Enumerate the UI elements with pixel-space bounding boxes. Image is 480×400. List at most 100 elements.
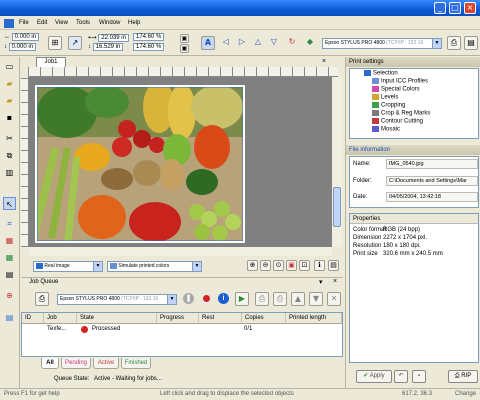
lock-icon[interactable]: ▣	[180, 34, 189, 43]
view-mode-select[interactable]: Real image ▼	[33, 261, 103, 272]
minimize-button[interactable]: _	[434, 2, 446, 14]
doc-close-icon[interactable]: ×	[322, 58, 326, 65]
menu-view[interactable]: View	[55, 20, 68, 26]
layout-icon[interactable]: ▤	[3, 268, 16, 281]
col-rest[interactable]: Rest	[199, 313, 242, 324]
zoom-out-icon[interactable]: ⊖	[260, 260, 271, 271]
vegetables-image[interactable]	[37, 87, 243, 241]
color-icon[interactable]: ◆	[303, 36, 317, 50]
crop-icon[interactable]: ⌗	[3, 217, 16, 230]
tree-item-levels[interactable]: Levels	[372, 94, 398, 101]
pin-icon[interactable]: ▾	[319, 278, 323, 286]
horizontal-scrollbar[interactable]	[29, 247, 332, 256]
vertical-scrollbar[interactable]	[332, 77, 342, 247]
scale-width-field[interactable]: 174.60 %	[133, 33, 165, 41]
col-job[interactable]: Job	[44, 313, 77, 324]
scale-height-field[interactable]: 174.60 %	[133, 43, 165, 51]
info-icon[interactable]: i	[218, 293, 229, 304]
align-bottom-icon[interactable]: ▽	[267, 36, 281, 50]
height-field[interactable]: ↕ 16.529 in	[88, 43, 124, 51]
tree-item-selection[interactable]: Selection	[364, 70, 398, 77]
zoom-page-icon[interactable]: ▣	[286, 260, 297, 271]
tree-item-mosaic[interactable]: Mosaic	[372, 126, 400, 133]
delete-job-icon[interactable]: ✕	[327, 292, 341, 306]
anchor-icon[interactable]: ⊞	[48, 36, 62, 50]
scroll-thumb[interactable]	[333, 187, 341, 227]
cut-icon[interactable]: ✂	[3, 132, 16, 145]
tree-item-cropping[interactable]: Cropping	[372, 102, 405, 109]
tab-finished[interactable]: Finished	[121, 358, 151, 369]
move-down-icon[interactable]: ▼	[309, 292, 323, 306]
rip-button[interactable]: ⎙ RIP	[448, 370, 478, 383]
apply-button[interactable]: ✔ Apply	[356, 370, 392, 383]
tree-item-crop-marks[interactable]: Crop & Reg Marks	[372, 110, 430, 117]
paste-icon[interactable]: ▥	[3, 166, 16, 179]
printer-icon[interactable]: ⎙	[447, 36, 461, 50]
simulate-select[interactable]: Simulate printed colors ▼	[107, 261, 202, 272]
stop-icon[interactable]	[201, 293, 212, 304]
col-progress[interactable]: Progress	[157, 313, 199, 324]
ruler-icon[interactable]: ▤	[328, 260, 339, 271]
x-position-field[interactable]: ↔ 0.000 in	[4, 33, 40, 41]
marks-icon[interactable]: ⊕	[3, 289, 16, 302]
zoom-fit-icon[interactable]: ⊙	[273, 260, 284, 271]
name-label: Name:	[353, 161, 371, 167]
y-position-field[interactable]: ↕ 0.000 in	[4, 43, 37, 51]
width-field[interactable]: ⟷ 22.039 in	[88, 34, 129, 42]
col-copies[interactable]: Copies	[242, 313, 286, 324]
menu-window[interactable]: Window	[99, 20, 120, 26]
align-left-icon[interactable]: ◁	[219, 36, 233, 50]
align-right-icon[interactable]: ▷	[235, 36, 249, 50]
menu-help[interactable]: Help	[128, 20, 140, 26]
zoom-in-icon[interactable]: ⊕	[247, 260, 258, 271]
link-icon[interactable]: ▣	[180, 44, 189, 53]
mosaic-icon[interactable]: ▦	[3, 234, 16, 247]
folder-icon[interactable]: ▤	[464, 36, 478, 50]
pause-icon[interactable]: ❚	[183, 293, 194, 304]
menu-tools[interactable]: Tools	[76, 20, 90, 26]
col-state[interactable]: State	[77, 313, 157, 324]
tree-item-contour-cutting[interactable]: Contour Cutting	[372, 118, 423, 125]
menu-file[interactable]: File	[19, 20, 29, 26]
copy-icon[interactable]: ⧉	[3, 149, 16, 162]
levels-icon	[372, 94, 379, 100]
undo-icon: ↶	[398, 373, 404, 379]
tab-all[interactable]: All	[41, 358, 59, 369]
fit-icon[interactable]: A	[201, 36, 215, 50]
queue-icon[interactable]: ▤	[3, 311, 16, 324]
menu-edit[interactable]: Edit	[37, 20, 47, 26]
save-icon[interactable]: ▪	[3, 111, 16, 124]
rotate-icon[interactable]: ↻	[285, 36, 299, 50]
queue-printer-select[interactable]: Epson STYLUS PRO 4800 (TCP/IP : 192.16 ▼	[57, 294, 177, 305]
printer-settings-icon[interactable]: ⎙	[35, 292, 49, 306]
chart-icon[interactable]: ↗	[68, 36, 82, 50]
open-recent-icon[interactable]: ▰	[3, 94, 16, 107]
col-printed-length[interactable]: Printed length	[286, 313, 342, 324]
save-settings-button[interactable]: ▪	[412, 370, 426, 383]
job-copies: 0/1	[244, 326, 253, 332]
maximize-button[interactable]: □	[449, 2, 461, 14]
horizontal-ruler	[28, 67, 338, 77]
info-icon[interactable]: ℹ	[314, 260, 325, 271]
tab-pending[interactable]: Pending	[61, 358, 91, 369]
open-icon[interactable]: ▰	[3, 77, 16, 90]
zoom-width-icon[interactable]: ⊡	[299, 260, 310, 271]
new-icon[interactable]: ▭	[3, 60, 16, 73]
tab-active[interactable]: Active	[93, 358, 119, 369]
align-top-icon[interactable]: △	[251, 36, 265, 50]
col-id[interactable]: ID	[22, 313, 44, 324]
rip-job-icon[interactable]: ⎙	[255, 292, 269, 306]
pointer-icon[interactable]: ↖	[3, 197, 16, 210]
tree-item-special-colors[interactable]: Special Colors	[372, 86, 420, 93]
close-button[interactable]: ×	[464, 2, 476, 14]
printer-select[interactable]: Epson STYLUS PRO 4800 (TCP/IP : 192.16 ▼	[322, 38, 442, 49]
tree-item-input-icc[interactable]: Input ICC Profiles	[372, 78, 428, 85]
print-job-icon[interactable]: ⎙	[273, 292, 287, 306]
move-up-icon[interactable]: ▲	[291, 292, 305, 306]
resume-icon[interactable]: ▶	[235, 292, 249, 306]
queue-tabs: All Pending Active Finished	[21, 358, 343, 370]
tab-job1[interactable]: Job1	[36, 57, 66, 67]
panel-close-icon[interactable]: ×	[333, 278, 337, 285]
undo-button[interactable]: ↶	[394, 370, 408, 383]
grid-icon[interactable]: ▦	[3, 251, 16, 264]
